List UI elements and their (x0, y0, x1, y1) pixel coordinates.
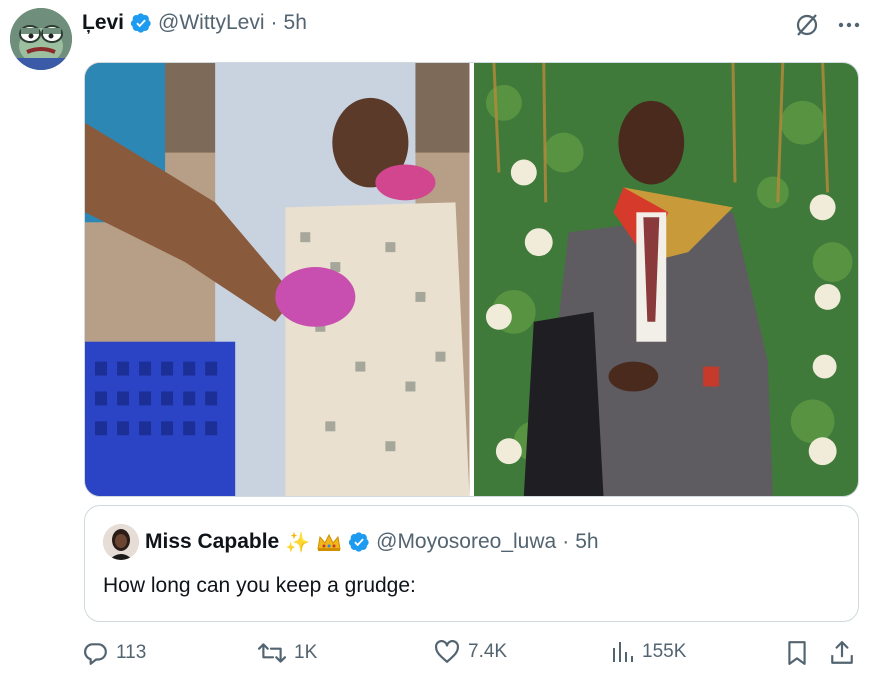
repost-button[interactable]: 1K (258, 640, 317, 666)
grok-icon[interactable] (794, 12, 820, 38)
views-icon (613, 642, 633, 662)
bookmark-button[interactable] (786, 640, 808, 666)
share-icon (831, 641, 853, 664)
heart-icon (435, 640, 459, 663)
separator-dot: · (270, 11, 278, 34)
action-bar: 113 1K 7.4K 155K (82, 640, 862, 672)
graduation-photo-image (473, 63, 858, 496)
top-actions (794, 12, 860, 38)
views-button[interactable]: 155K (610, 640, 686, 664)
post-timestamp[interactable]: 5h (284, 11, 307, 35)
quoted-post[interactable]: Miss Capable ✨ @Moyosoreo_luwa · 5h How … (84, 505, 859, 622)
views-count: 155K (642, 641, 687, 662)
reply-icon (84, 643, 107, 665)
quoted-author-display-name[interactable]: Miss Capable (145, 530, 279, 554)
repost-count: 1K (294, 642, 318, 663)
reply-count: 113 (116, 642, 147, 663)
bookmark-icon (788, 641, 806, 665)
crown-icon (317, 533, 341, 551)
reply-button[interactable]: 113 (82, 640, 146, 666)
more-icon[interactable] (838, 12, 860, 38)
quoted-post-timestamp[interactable]: 5h (575, 530, 598, 554)
childhood-photo-image (85, 63, 470, 496)
like-count: 7.4K (468, 641, 508, 662)
media-grid (84, 62, 859, 497)
author-handle[interactable]: @WittyLevi (158, 11, 265, 35)
author-avatar[interactable] (10, 8, 72, 70)
repost-icon (258, 643, 286, 663)
frog-avatar-icon (10, 8, 72, 70)
author-display-name[interactable]: Ļevi (82, 11, 124, 35)
quoted-author-handle[interactable]: @Moyosoreo_luwa (376, 530, 556, 554)
quoted-verified-badge-icon (349, 532, 369, 552)
photo-childhood[interactable] (85, 63, 470, 496)
post-header: Ļevi @WittyLevi · 5h (82, 10, 307, 36)
share-button[interactable] (830, 640, 854, 666)
quoted-post-text: How long can you keep a grudge: (103, 574, 416, 597)
quoted-avatar-image (103, 524, 139, 560)
like-button[interactable]: 7.4K (434, 640, 507, 664)
photo-graduation[interactable] (473, 63, 858, 496)
sparkle-icon: ✨ (285, 531, 311, 554)
quoted-author-avatar[interactable] (103, 524, 139, 560)
quoted-post-header: Miss Capable ✨ @Moyosoreo_luwa · 5h (103, 524, 599, 560)
quoted-separator-dot: · (562, 530, 570, 553)
verified-badge-icon (130, 13, 151, 33)
